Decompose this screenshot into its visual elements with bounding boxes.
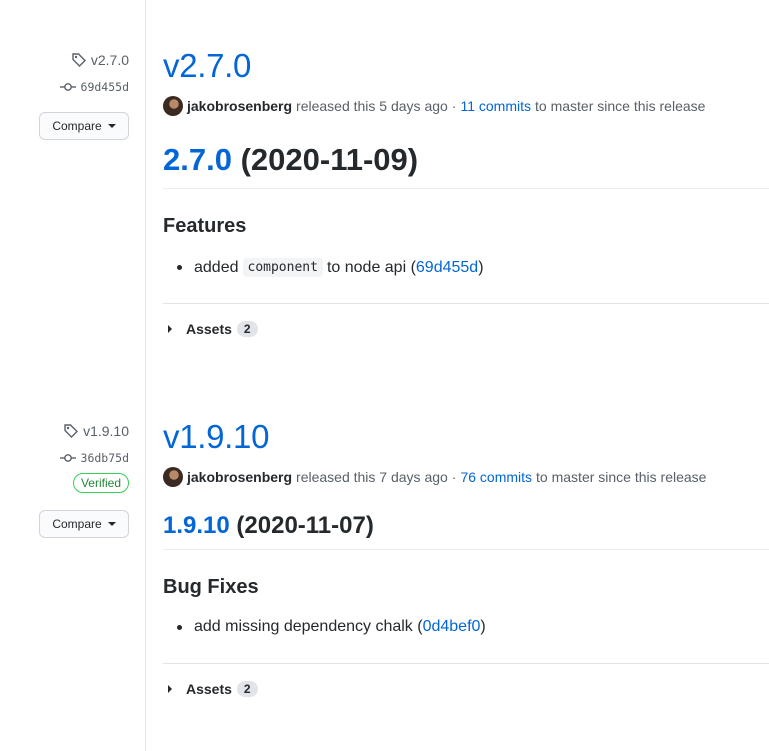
release-commit-link[interactable]: 69d455d [59, 80, 129, 94]
release-tag-label: v1.9.10 [83, 423, 129, 439]
commits-since-link[interactable]: 76 commits [460, 469, 532, 485]
version-heading: 1.9.10 (2020-11-07) [163, 512, 374, 540]
bullet-text: add missing dependency chalk ( [194, 618, 423, 635]
inline-code: component [242, 258, 323, 277]
heading-rule [163, 549, 769, 550]
meta-separator: · [451, 98, 457, 114]
bullet-text: added [194, 258, 239, 276]
list-item: added component to node api ( 69d455d ) [177, 258, 484, 277]
avatar[interactable] [163, 96, 183, 116]
bullet-text-end: ) [478, 258, 484, 276]
release-title[interactable]: v2.7.0 [163, 47, 251, 85]
release-meta: jakobrosenberg released this 5 days ago … [163, 96, 705, 116]
release-title[interactable]: v1.9.10 [163, 418, 269, 456]
version-heading: 2.7.0 (2020-11-09) [163, 142, 418, 178]
commit-link[interactable]: 69d455d [416, 259, 478, 277]
compare-button[interactable]: Compare [39, 112, 129, 140]
list-item: add missing dependency chalk ( 0d4bef0 ) [177, 618, 486, 636]
tag-icon [64, 424, 79, 438]
release-tag-label: v2.7.0 [90, 52, 129, 68]
release-tag-link[interactable]: v2.7.0 [71, 52, 129, 68]
section-heading: Features [163, 215, 247, 237]
version-link[interactable]: 2.7.0 [163, 142, 232, 177]
section-heading: Bug Fixes [163, 576, 259, 598]
released-text: released this 5 days ago [296, 98, 448, 114]
caret-down-icon [107, 124, 116, 128]
bullet-text-mid: to node api ( [326, 258, 416, 276]
assets-toggle[interactable]: Assets 2 [168, 681, 258, 697]
author-link[interactable]: jakobrosenberg [187, 98, 292, 114]
triangle-right-icon [168, 685, 172, 693]
author-link[interactable]: jakobrosenberg [187, 469, 292, 485]
version-date: (2020-11-07) [236, 512, 374, 539]
release-commit-sha: 36db75d [80, 451, 129, 465]
caret-down-icon [107, 522, 116, 526]
commits-since-link[interactable]: 11 commits [460, 98, 531, 114]
assets-label: Assets [186, 681, 232, 697]
assets-count-badge: 2 [236, 321, 258, 337]
compare-button[interactable]: Compare [39, 510, 129, 538]
avatar[interactable] [163, 467, 183, 487]
assets-count-badge: 2 [236, 681, 258, 697]
version-date: (2020-11-09) [240, 142, 419, 177]
bullet-text-end: ) [480, 618, 486, 635]
verified-badge[interactable]: Verified [72, 473, 129, 493]
git-commit-icon [59, 83, 76, 91]
compare-button-label: Compare [52, 119, 102, 133]
commits-suffix: to master since this release [535, 98, 706, 114]
compare-button-label: Compare [52, 517, 102, 531]
released-text: released this 7 days ago [296, 469, 448, 485]
assets-toggle[interactable]: Assets 2 [168, 321, 258, 337]
commits-suffix: to master since this release [536, 469, 707, 485]
assets-label: Assets [186, 321, 232, 337]
assets-rule [163, 303, 769, 304]
release-meta: jakobrosenberg released this 7 days ago … [163, 467, 706, 487]
commit-link[interactable]: 0d4bef0 [423, 618, 481, 636]
heading-rule [163, 188, 769, 189]
release-entry: v1.9.10 36db75d Verified Compare v1.9.10… [0, 372, 769, 751]
git-commit-icon [59, 454, 76, 462]
assets-rule [163, 663, 769, 664]
version-link[interactable]: 1.9.10 [163, 512, 230, 539]
tag-icon [72, 53, 86, 67]
meta-separator: · [451, 469, 457, 485]
release-commit-sha: 69d455d [80, 80, 129, 94]
release-tag-link[interactable]: v1.9.10 [63, 423, 129, 439]
release-commit-link[interactable]: 36db75d [59, 451, 129, 465]
triangle-right-icon [168, 325, 172, 333]
release-entry: v2.7.0 69d455d Compare v2.7.0 jakobrosen… [0, 0, 769, 372]
